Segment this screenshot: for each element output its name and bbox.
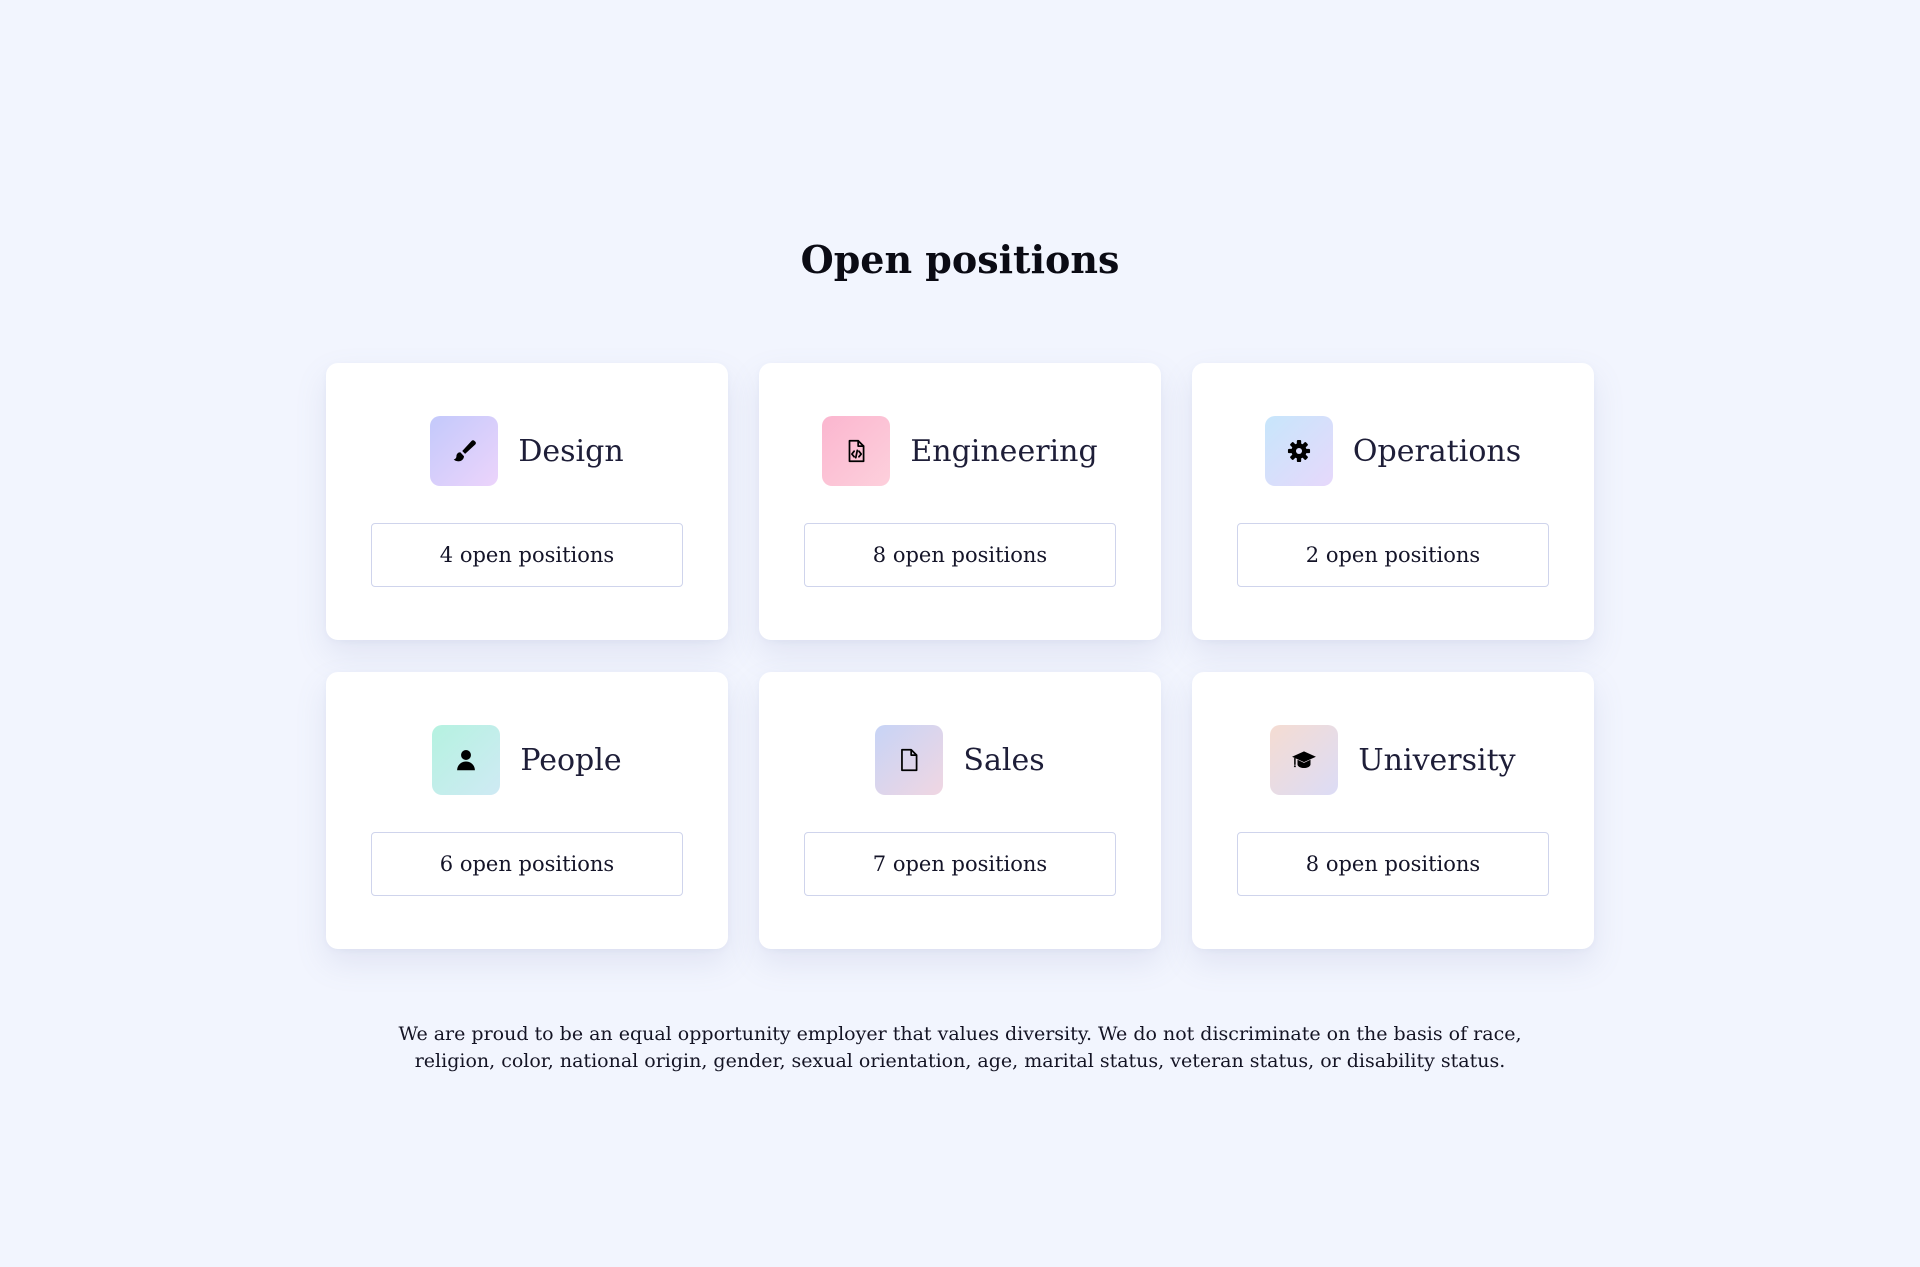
department-name: People: [520, 742, 622, 778]
gear-icon: [1286, 438, 1312, 464]
icon-tile: [1270, 725, 1339, 795]
open-positions-button-design[interactable]: 4 open positions: [371, 523, 683, 587]
open-positions-button-sales[interactable]: 7 open positions: [804, 832, 1116, 896]
paintbrush-icon: [451, 438, 477, 464]
open-positions-button-operations[interactable]: 2 open positions: [1237, 523, 1549, 587]
card-header: Operations: [1192, 416, 1594, 486]
document-icon: [896, 747, 922, 773]
page-title: Open positions: [800, 237, 1120, 282]
open-positions-button-university[interactable]: 8 open positions: [1237, 832, 1549, 896]
department-card-people: People 6 open positions: [326, 672, 728, 949]
card-header: Sales: [759, 725, 1161, 795]
icon-tile: [1264, 416, 1333, 486]
open-positions-page: Open positions Design 4 open positions E…: [0, 0, 1920, 1267]
icon-tile: [822, 416, 891, 486]
icon-tile: [430, 416, 499, 486]
department-card-engineering: Engineering 8 open positions: [759, 363, 1161, 640]
icon-tile: [875, 725, 944, 795]
department-name: Operations: [1352, 433, 1522, 469]
equal-opportunity-statement: We are proud to be an equal opportunity …: [0, 1021, 1920, 1075]
card-header: Engineering: [759, 416, 1161, 486]
department-name: Design: [518, 433, 624, 469]
department-name: Sales: [963, 742, 1045, 778]
icon-tile: [432, 725, 501, 795]
department-card-university: University 8 open positions: [1192, 672, 1594, 949]
department-name: Engineering: [910, 433, 1098, 469]
department-name: University: [1358, 742, 1516, 778]
graduation-cap-icon: [1291, 747, 1317, 773]
code-file-icon: [843, 438, 869, 464]
user-icon: [453, 747, 479, 773]
department-card-sales: Sales 7 open positions: [759, 672, 1161, 949]
open-positions-button-people[interactable]: 6 open positions: [371, 832, 683, 896]
card-header: University: [1192, 725, 1594, 795]
card-header: Design: [326, 416, 728, 486]
statement-line: We are proud to be an equal opportunity …: [398, 1023, 1522, 1045]
card-header: People: [326, 725, 728, 795]
department-card-design: Design 4 open positions: [326, 363, 728, 640]
department-card-operations: Operations 2 open positions: [1192, 363, 1594, 640]
open-positions-button-engineering[interactable]: 8 open positions: [804, 523, 1116, 587]
statement-line: religion, color, national origin, gender…: [414, 1050, 1506, 1072]
departments-grid: Design 4 open positions Engineering 8 op…: [326, 363, 1594, 949]
